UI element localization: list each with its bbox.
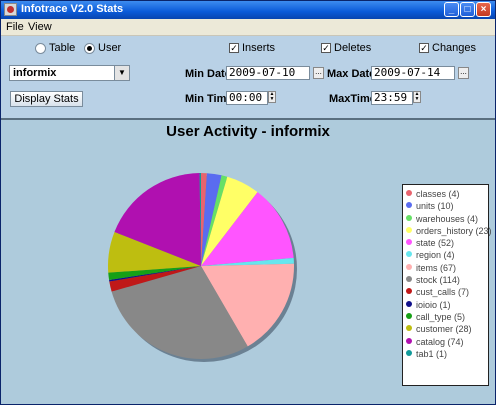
legend-swatch <box>406 202 412 209</box>
table-radio-label: Table <box>49 42 76 54</box>
legend-item-warehouses: warehouses (4) <box>406 213 488 225</box>
legend-swatch <box>406 239 412 246</box>
changes-label: Changes <box>432 42 477 54</box>
legend-item-call_type: call_type (5) <box>406 311 488 323</box>
legend-label: stock (114) <box>416 275 460 286</box>
menu-bar: File View <box>1 19 495 36</box>
legend-label: call_type (5) <box>416 311 466 322</box>
max-date-picker-button[interactable]: ... <box>458 67 469 79</box>
legend-swatch <box>406 214 412 221</box>
user-radio[interactable] <box>84 43 95 54</box>
user-select-value: informix <box>13 67 57 79</box>
max-date-label: Max Date <box>327 68 376 80</box>
legend-label: state (52) <box>416 238 455 249</box>
legend-label: region (4) <box>416 250 455 261</box>
pie-chart <box>108 173 297 362</box>
legend-swatch <box>406 263 412 270</box>
legend-label: orders_history (23) <box>416 225 492 236</box>
filter-panel: Table User ✓ Inserts ✓ Deletes ✓ Changes… <box>1 36 495 120</box>
legend-swatch <box>406 300 412 307</box>
menu-file[interactable]: File <box>6 21 24 33</box>
max-date-field[interactable]: 2009-07-14 <box>371 66 455 80</box>
table-radio[interactable] <box>35 43 46 54</box>
legend-item-orders_history: orders_history (23) <box>406 225 492 237</box>
app-icon <box>4 3 17 16</box>
legend-item-classes: classes (4) <box>406 188 488 200</box>
legend-label: customer (28) <box>416 324 472 335</box>
min-time-field[interactable]: 00:00 <box>226 91 268 105</box>
legend-label: items (67) <box>416 262 457 273</box>
inserts-checkbox[interactable]: ✓ <box>229 43 239 53</box>
legend-swatch <box>406 251 412 258</box>
max-time-field[interactable]: 23:59 <box>371 91 413 105</box>
legend-swatch <box>406 325 412 332</box>
legend-swatch <box>406 190 412 196</box>
legend-label: warehouses (4) <box>416 213 479 224</box>
legend-item-cust_calls: cust_calls (7) <box>406 286 488 298</box>
legend-label: cust_calls (7) <box>416 287 470 298</box>
legend-item-catalog: catalog (74) <box>406 336 488 348</box>
legend-label: units (10) <box>416 201 454 212</box>
legend-swatch <box>406 337 412 344</box>
deletes-label: Deletes <box>334 42 372 54</box>
close-icon[interactable]: × <box>476 2 491 17</box>
menu-view[interactable]: View <box>28 21 52 33</box>
max-time-spinner[interactable]: ▲ ▼ <box>413 91 421 103</box>
legend-item-ioioio: ioioio (1) <box>406 299 488 311</box>
window-title: Infotrace V2.0 Stats <box>21 3 124 15</box>
legend-item-stock: stock (114) <box>406 274 488 286</box>
legend-item-state: state (52) <box>406 237 488 249</box>
max-time-label: MaxTime <box>329 93 376 105</box>
legend-label: classes (4) <box>416 189 460 199</box>
minimize-icon[interactable]: _ <box>444 2 459 17</box>
legend-item-customer: customer (28) <box>406 323 488 335</box>
min-date-picker-button[interactable]: ... <box>313 67 324 79</box>
deletes-checkbox[interactable]: ✓ <box>321 43 331 53</box>
chart-title: User Activity - informix <box>166 123 330 140</box>
legend-item-items: items (67) <box>406 262 488 274</box>
legend-label: ioioio (1) <box>416 299 451 310</box>
user-select[interactable]: informix ▼ <box>9 65 130 81</box>
legend-item-units: units (10) <box>406 200 488 212</box>
changes-checkbox[interactable]: ✓ <box>419 43 429 53</box>
legend-item-tab1: tab1 (1) <box>406 348 488 360</box>
chevron-down-icon[interactable]: ▼ <box>114 66 129 80</box>
legend-swatch <box>406 349 412 356</box>
legend-label: tab1 (1) <box>416 348 448 359</box>
chart-legend: classes (4) units (10) warehouses (4) order… <box>402 184 492 386</box>
title-bar: Infotrace V2.0 Stats _ □ × <box>1 1 495 19</box>
app-window: Infotrace V2.0 Stats _ □ × File View Tab… <box>0 0 496 405</box>
legend-swatch <box>406 226 412 233</box>
maximize-icon[interactable]: □ <box>460 2 475 17</box>
min-time-spinner[interactable]: ▲ ▼ <box>268 91 276 103</box>
legend-item-region: region (4) <box>406 249 488 261</box>
inserts-label: Inserts <box>242 42 276 54</box>
legend-swatch <box>406 276 412 283</box>
user-radio-label: User <box>98 42 122 54</box>
min-date-label: Min Date <box>185 68 231 80</box>
display-stats-button[interactable]: Display Stats <box>10 91 83 107</box>
min-date-field[interactable]: 2009-07-10 <box>226 66 310 80</box>
legend-swatch <box>406 312 412 319</box>
legend-swatch <box>406 288 412 295</box>
legend-label: catalog (74) <box>416 336 464 347</box>
